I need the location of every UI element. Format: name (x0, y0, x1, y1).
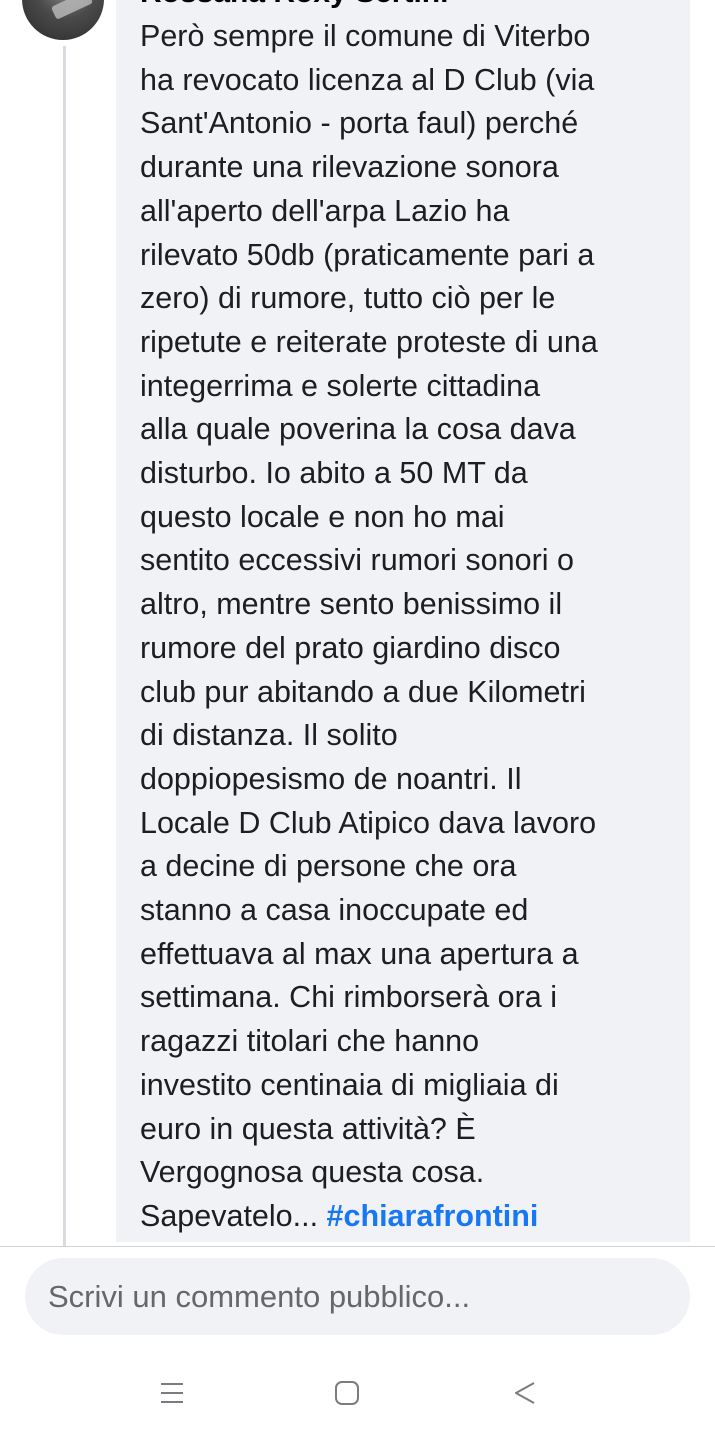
comment-line: investito centinaia di migliaia di (140, 1067, 559, 1102)
comment-thread-screen: Rossana Roxy Sertini Però sempre il comu… (0, 0, 715, 1435)
comment-bubble: Rossana Roxy Sertini Però sempre il comu… (116, 0, 690, 1242)
comment-line: alla quale poverina la cosa dava (140, 412, 576, 447)
recents-button[interactable] (152, 1373, 192, 1413)
comment-line: ripetute e reiterate proteste di una (140, 324, 598, 359)
comment-line: durante una rilevazione sonora (140, 150, 559, 185)
comment-line: doppiopesismo de noantri. Il (140, 761, 522, 796)
comment-line: sentito eccessivi rumori sonori o (140, 543, 574, 578)
comment-line: questo locale e non ho mai (140, 499, 505, 534)
comment-line: club pur abitando a due Kilometri (140, 674, 586, 709)
comment-author-name[interactable]: Rossana Roxy Sertini (140, 0, 448, 8)
comment-line: ragazzi titolari che hanno (140, 1024, 480, 1059)
thread-line (63, 46, 66, 1246)
comment-line: rilevato 50db (praticamente pari a (140, 237, 595, 272)
back-button[interactable] (505, 1373, 545, 1413)
comment-line: Sant'Antonio - porta faul) perché (140, 106, 579, 141)
hashtag-link[interactable]: #chiarafrontini (327, 1199, 539, 1233)
comment-line: a decine di persone che ora (140, 849, 517, 884)
comment-line: ha revocato licenza al D Club (via (140, 62, 595, 97)
comment-line: stanno a casa inoccupate ed (140, 893, 529, 928)
comment-input[interactable] (25, 1258, 690, 1335)
comment-line: disturbo. Io abito a 50 MT da (140, 456, 528, 491)
avatar[interactable] (22, 0, 104, 40)
comment-line: Locale D Club Atipico dava lavoro (140, 805, 597, 840)
comment-line: integerrima e solerte cittadina (140, 368, 541, 403)
comment-line: Però sempre il comune di Viterbo (140, 19, 591, 53)
comment-text: Però sempre il comune di Viterbo ha revo… (140, 15, 680, 1239)
comment-line: zero) di rumore, tutto ciò per le (140, 281, 556, 316)
back-icon (515, 1382, 535, 1404)
comment-line: euro in questa attività? È (140, 1111, 476, 1146)
comment-line: altro, mentre sento benissimo il (140, 587, 563, 622)
system-nav-bar (0, 1345, 715, 1435)
comment-line: Vergognosa questa cosa. (140, 1155, 485, 1190)
composer-divider (0, 1246, 715, 1247)
comment-line: di distanza. Il solito (140, 718, 398, 753)
comment-composer[interactable] (25, 1258, 690, 1335)
home-icon (335, 1381, 359, 1405)
comment-line: rumore del prato giardino disco (140, 630, 561, 665)
comment-line: all'aperto dell'arpa Lazio ha (140, 193, 510, 228)
recents-icon (161, 1383, 183, 1403)
comment-last-line: Sapevatelo... #chiarafrontini (140, 1195, 680, 1239)
comment-line: effettuava al max una apertura a (140, 936, 579, 971)
comment-line: settimana. Chi rimborserà ora i (140, 980, 557, 1015)
home-button[interactable] (327, 1373, 367, 1413)
comment-last-line-text: Sapevatelo... (140, 1198, 327, 1233)
